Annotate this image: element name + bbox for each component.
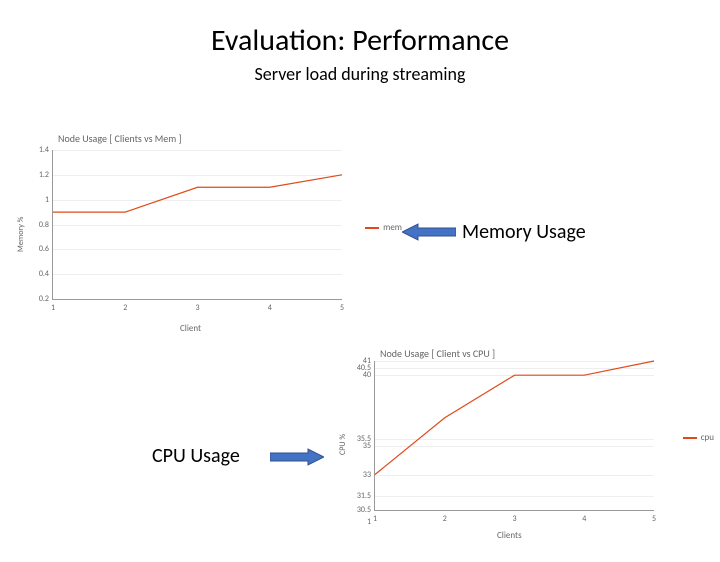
legend-swatch <box>365 227 379 229</box>
arrow-left-icon <box>402 222 456 242</box>
y-tick: 0.4 <box>27 269 49 279</box>
x-tick: 5 <box>652 514 656 524</box>
y-tick: 1 <box>27 195 49 205</box>
y-tick: 0.6 <box>27 244 49 254</box>
x-tick: 2 <box>123 303 127 313</box>
arrow-right-icon <box>270 447 324 467</box>
x-tick: 4 <box>582 514 586 524</box>
legend-label: mem <box>383 222 402 233</box>
legend-label: cpu <box>701 432 714 443</box>
legend-swatch <box>683 437 697 439</box>
y-tick: 33 <box>349 470 371 480</box>
page-title: Evaluation: Performance <box>0 22 720 59</box>
line-series <box>375 361 654 510</box>
y-tick: 40 <box>349 370 371 380</box>
line-series <box>53 150 342 299</box>
chart-title: Node Usage [ Client vs CPU ] <box>380 347 495 360</box>
x-tick: 1 <box>373 514 377 524</box>
y-axis-label: CPU % <box>338 434 348 455</box>
y-tick: 31.5 <box>349 491 371 501</box>
y-tick: 1.2 <box>27 170 49 180</box>
y-tick: 30.5 <box>349 505 371 515</box>
y-tick: 1 <box>349 517 371 527</box>
chart-title: Node Usage [ Clients vs Mem ] <box>58 132 182 145</box>
x-tick: 2 <box>443 514 447 524</box>
cpu-callout: CPU Usage <box>152 444 240 468</box>
y-axis-label: Memory % <box>16 217 26 252</box>
x-tick: 3 <box>195 303 199 313</box>
x-tick: 5 <box>340 303 344 313</box>
legend: mem <box>365 222 402 233</box>
x-tick: 4 <box>268 303 272 313</box>
x-axis-label: Client <box>180 323 201 334</box>
cpu-chart: Node Usage [ Client vs CPU ] CPU % Clien… <box>332 347 712 547</box>
legend: cpu <box>683 432 714 443</box>
x-tick: 3 <box>512 514 516 524</box>
y-tick: 0.8 <box>27 220 49 230</box>
plot-area: 1.4 1.2 1 0.8 0.6 0.4 0.2 1 2 3 4 5 <box>52 150 342 300</box>
memory-callout: Memory Usage <box>462 220 586 244</box>
x-tick: 1 <box>51 303 55 313</box>
y-tick: 35 <box>349 441 371 451</box>
x-axis-label: Clients <box>497 530 522 541</box>
y-tick: 1.4 <box>27 145 49 155</box>
plot-area: 41 40.5 40 35.5 35 33 31.5 30.5 1 1 2 3 … <box>374 361 654 511</box>
memory-chart: Node Usage [ Clients vs Mem ] Memory % C… <box>10 132 400 342</box>
page-subtitle: Server load during streaming <box>0 63 720 85</box>
y-tick: 0.2 <box>27 294 49 304</box>
